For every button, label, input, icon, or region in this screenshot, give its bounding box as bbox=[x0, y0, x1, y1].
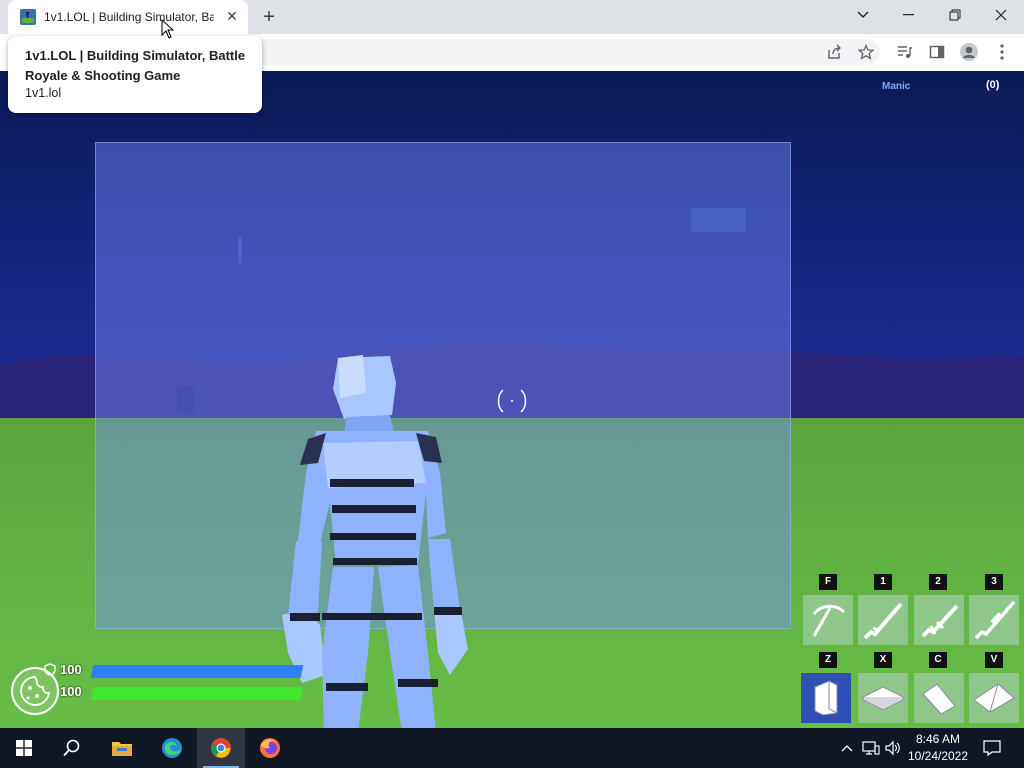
shield-bar-fill bbox=[90, 665, 304, 678]
wall-icon bbox=[814, 680, 838, 716]
health-value: 100 bbox=[60, 684, 82, 699]
bookmark-star-icon[interactable] bbox=[856, 42, 876, 62]
player-name-label: Manic bbox=[882, 81, 911, 92]
kill-counter: (0) bbox=[986, 79, 1000, 91]
edge-browser-icon bbox=[162, 738, 182, 758]
pickaxe-icon bbox=[812, 604, 846, 637]
shotgun-slot[interactable] bbox=[858, 595, 908, 645]
tab-strip: 1v1.LOL | Building Simulator, Battle Roy… bbox=[0, 0, 1024, 34]
notifications-icon[interactable] bbox=[982, 738, 1002, 758]
new-tab-button[interactable]: + bbox=[258, 6, 280, 28]
ramp-build-slot[interactable] bbox=[914, 673, 964, 723]
slot-key-1: 1 bbox=[874, 574, 892, 590]
sniper-rifle-icon bbox=[974, 600, 1016, 640]
media-control-icon[interactable] bbox=[895, 42, 915, 62]
firefox-browser-icon bbox=[260, 738, 280, 758]
tab-hover-card: 1v1.LOL | Building Simulator, Battle Roy… bbox=[8, 36, 262, 113]
tab-close-icon[interactable]: ✕ bbox=[224, 8, 240, 24]
chrome-browser-icon bbox=[211, 738, 231, 758]
minimize-icon[interactable] bbox=[886, 0, 932, 30]
windows-logo-icon bbox=[16, 740, 32, 756]
tab-search-icon[interactable] bbox=[840, 0, 886, 30]
game-canvas[interactable]: Manic (0) 100 100 F 1 2 3 Z X C V bbox=[0, 71, 1024, 728]
health-bar bbox=[90, 687, 304, 700]
health-stat: 100 bbox=[60, 684, 320, 702]
pickaxe-slot[interactable] bbox=[803, 595, 853, 645]
shotgun-icon bbox=[863, 602, 903, 640]
assault-rifle-icon bbox=[921, 604, 959, 638]
cone-icon bbox=[973, 683, 1015, 713]
tab-title: 1v1.LOL | Building Simulator, Battle Roy… bbox=[44, 10, 214, 24]
search-icon bbox=[63, 739, 80, 757]
clock-date: 10/24/2022 bbox=[907, 749, 969, 763]
shield-stat: 100 bbox=[60, 662, 320, 680]
windows-taskbar: 8:46 AM 10/24/2022 bbox=[0, 728, 1024, 768]
sniper-rifle-slot[interactable] bbox=[969, 595, 1019, 645]
side-panel-icon[interactable] bbox=[927, 42, 947, 62]
shield-icon bbox=[44, 663, 56, 676]
ramp-icon bbox=[922, 683, 956, 715]
profile-avatar-icon[interactable] bbox=[959, 42, 979, 62]
health-bar-fill bbox=[90, 687, 304, 700]
assault-rifle-slot[interactable] bbox=[914, 595, 964, 645]
wall-build-slot[interactable] bbox=[801, 673, 851, 723]
slot-key-v: V bbox=[985, 652, 1003, 668]
active-tab[interactable]: 1v1.LOL | Building Simulator, Battle Roy… bbox=[8, 0, 248, 34]
volume-icon[interactable] bbox=[884, 738, 902, 758]
network-icon[interactable] bbox=[862, 738, 880, 758]
address-bar[interactable] bbox=[190, 39, 880, 65]
shield-bar bbox=[90, 665, 304, 678]
show-hidden-icons-icon[interactable] bbox=[838, 738, 856, 758]
mouse-cursor-icon bbox=[161, 19, 175, 39]
slot-key-2: 2 bbox=[929, 574, 947, 590]
slot-key-f: F bbox=[819, 574, 837, 590]
slot-key-z: Z bbox=[819, 652, 837, 668]
site-favicon-icon bbox=[20, 9, 36, 25]
share-icon[interactable] bbox=[824, 42, 844, 62]
hover-card-title: 1v1.LOL | Building Simulator, Battle Roy… bbox=[25, 48, 246, 83]
floor-icon bbox=[861, 686, 905, 711]
crosshair-icon bbox=[497, 389, 527, 413]
hover-card-domain: 1v1.lol bbox=[25, 86, 62, 100]
slot-key-c: C bbox=[929, 652, 947, 668]
file-explorer-icon bbox=[112, 742, 132, 756]
taskbar-file-explorer[interactable] bbox=[98, 728, 146, 768]
floor-build-slot[interactable] bbox=[858, 673, 908, 723]
taskbar-search-button[interactable] bbox=[48, 728, 96, 768]
slot-key-x: X bbox=[874, 652, 892, 668]
shield-value: 100 bbox=[60, 662, 82, 677]
slot-key-3: 3 bbox=[985, 574, 1003, 590]
browser-menu-icon[interactable] bbox=[992, 42, 1012, 62]
cone-build-slot[interactable] bbox=[969, 673, 1019, 723]
system-clock[interactable]: 8:46 AM 10/24/2022 bbox=[904, 731, 972, 765]
clock-time: 8:46 AM bbox=[915, 732, 961, 746]
start-button[interactable] bbox=[0, 728, 48, 768]
taskbar-edge[interactable] bbox=[148, 728, 196, 768]
taskbar-chrome[interactable] bbox=[197, 728, 245, 768]
restore-icon[interactable] bbox=[932, 0, 978, 30]
close-window-icon[interactable] bbox=[978, 0, 1024, 30]
taskbar-firefox[interactable] bbox=[246, 728, 294, 768]
